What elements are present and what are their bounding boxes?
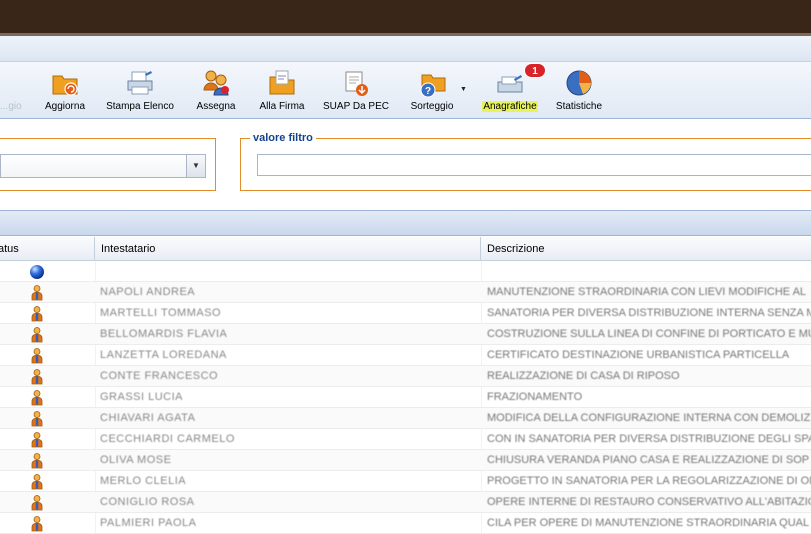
filter-value-input[interactable] xyxy=(257,154,811,176)
table-row[interactable]: GRASSI LUCIA FRAZIONAMENTO xyxy=(0,387,811,408)
user-status-icon xyxy=(28,410,46,427)
suap-da-pec-label: SUAP Da PEC xyxy=(323,101,389,112)
intestatario-cell: MARTELLI TOMMASO xyxy=(100,307,222,319)
table-row[interactable]: CECCHIARDI CARMELO CON IN SANATORIA PER D… xyxy=(0,429,811,450)
app-top-bar xyxy=(0,0,811,33)
user-status-icon xyxy=(28,473,46,490)
column-header-status[interactable]: atus xyxy=(0,237,95,261)
descrizione-cell: CILA PER OPERE DI MANUTENZIONE STRAORDIN… xyxy=(487,517,810,529)
descrizione-cell: PROGETTO IN SANATORIA PER LA REGOLARIZZA… xyxy=(487,475,811,487)
table-row[interactable]: MARTELLI TOMMASO SANATORIA PER DIVERSA DI… xyxy=(0,303,811,324)
alla-firma-label: Alla Firma xyxy=(259,101,305,112)
anagrafiche-label: Anagrafiche xyxy=(482,101,538,112)
intestatario-cell: CONIGLIO ROSA xyxy=(100,496,195,508)
descrizione-cell: OPERE INTERNE DI RESTAURO CONSERVATIVO A… xyxy=(487,496,811,508)
table-row[interactable] xyxy=(0,261,811,282)
table-row[interactable]: CHIAVARI AGATA MODIFICA DELLA CONFIGURAZI… xyxy=(0,408,811,429)
descrizione-cell: SANATORIA PER DIVERSA DISTRIBUZIONE INTE… xyxy=(487,307,811,319)
stampa-elenco-label: Stampa Elenco xyxy=(106,101,174,112)
statistiche-button[interactable]: Statistiche xyxy=(552,66,606,116)
globe-status-icon xyxy=(28,263,46,280)
intestatario-cell: CONTE FRANCESCO xyxy=(100,370,219,382)
user-status-icon xyxy=(28,326,46,343)
assegna-button[interactable]: Assegna xyxy=(192,66,240,116)
intestatario-cell: MERLO CLELIA xyxy=(100,475,187,487)
toolbar-disabled-button-label: ...gio xyxy=(0,101,22,112)
table-row[interactable]: NAPOLI ANDREA MANUTENZIONE STRAORDINARIA … xyxy=(0,282,811,303)
descrizione-cell: MANUTENZIONE STRAORDINARIA CON LIEVI MOD… xyxy=(487,286,807,298)
aggiorna-label: Aggiorna xyxy=(44,101,86,112)
sorteggio-button[interactable]: ? Sorteggio xyxy=(405,66,459,116)
svg-text:?: ? xyxy=(425,86,431,97)
intestatario-cell: CHIAVARI AGATA xyxy=(100,412,196,424)
table-row[interactable]: CONTE FRANCESCO REALIZZAZIONE DI CASA DI … xyxy=(0,366,811,387)
printer-icon xyxy=(127,71,153,95)
pec-import-icon xyxy=(345,71,368,96)
registry-icon xyxy=(497,75,523,93)
intestatario-cell: NAPOLI ANDREA xyxy=(100,286,196,298)
table-row[interactable]: BELLOMARDIS FLAVIA COSTRUZIONE SULLA LINE… xyxy=(0,324,811,345)
sorteggio-label: Sorteggio xyxy=(410,101,454,112)
user-status-icon xyxy=(28,284,46,301)
column-header-intestatario[interactable]: Intestatario xyxy=(95,237,481,261)
filter-field-select[interactable] xyxy=(0,154,206,178)
descrizione-cell: CHIUSURA VERANDA PIANO CASA E REALIZZAZI… xyxy=(487,454,810,466)
user-status-icon xyxy=(28,515,46,532)
intestatario-cell: BELLOMARDIS FLAVIA xyxy=(100,328,228,340)
descrizione-cell: MODIFICA DELLA CONFIGURAZIONE INTERNA CO… xyxy=(487,412,811,424)
user-status-icon xyxy=(28,305,46,322)
folder-sign-icon xyxy=(269,70,295,95)
sorteggio-dropdown-arrow-icon[interactable]: ▼ xyxy=(460,86,467,93)
grid-toolbar xyxy=(0,210,811,236)
descrizione-cell: CON IN SANATORIA PER DIVERSA DISTRIBUZIO… xyxy=(487,433,811,445)
folder-question-icon: ? xyxy=(420,74,446,98)
intestatario-cell: LANZETTA LOREDANA xyxy=(100,349,227,361)
user-status-icon xyxy=(28,494,46,511)
user-status-icon xyxy=(28,347,46,364)
table-row[interactable]: MERLO CLELIA PROGETTO IN SANATORIA PER LA… xyxy=(0,471,811,492)
grid-body: NAPOLI ANDREA MANUTENZIONE STRAORDINARIA … xyxy=(0,261,811,534)
intestatario-cell: PALMIERI PAOLA xyxy=(100,517,197,529)
assegna-label: Assegna xyxy=(196,101,236,112)
user-status-icon xyxy=(28,368,46,385)
user-status-icon xyxy=(28,389,46,406)
anagrafiche-notification-badge: 1 xyxy=(524,63,546,78)
descrizione-cell: FRAZIONAMENTO xyxy=(487,391,583,403)
statistiche-label: Statistiche xyxy=(555,101,603,112)
table-row[interactable]: PALMIERI PAOLA CILA PER OPERE DI MANUTENZ… xyxy=(0,513,811,534)
intestatario-cell: GRASSI LUCIA xyxy=(100,391,184,403)
panel-header xyxy=(0,36,811,62)
main-toolbar: ...gio Aggiorna Stampa Elenco Assegna Al… xyxy=(0,62,811,119)
aggiorna-button[interactable]: Aggiorna xyxy=(40,66,90,116)
users-assign-icon xyxy=(203,70,229,96)
pie-chart-icon xyxy=(566,70,592,96)
table-row[interactable]: OLIVA MOSE CHIUSURA VERANDA PIANO CASA E … xyxy=(0,450,811,471)
user-status-icon xyxy=(28,431,46,448)
user-status-icon xyxy=(28,452,46,469)
descrizione-cell: REALIZZAZIONE DI CASA DI RIPOSO xyxy=(487,370,680,382)
suap-da-pec-button[interactable]: SUAP Da PEC xyxy=(320,66,392,116)
table-row[interactable]: LANZETTA LOREDANA CERTIFICATO DESTINAZION… xyxy=(0,345,811,366)
filter-value-label: valore filtro xyxy=(250,132,316,144)
column-header-descrizione[interactable]: Descrizione xyxy=(481,237,811,261)
alla-firma-button[interactable]: Alla Firma xyxy=(255,66,309,116)
table-row[interactable]: CONIGLIO ROSA OPERE INTERNE DI RESTAURO C… xyxy=(0,492,811,513)
descrizione-cell: COSTRUZIONE SULLA LINEA DI CONFINE DI PO… xyxy=(487,328,811,340)
intestatario-cell: OLIVA MOSE xyxy=(100,454,172,466)
chevron-down-icon[interactable]: ▼ xyxy=(186,155,205,177)
descrizione-cell: CERTIFICATO DESTINAZIONE URBANISTICA PAR… xyxy=(487,349,790,361)
grid-header: atus Intestatario Descrizione xyxy=(0,237,811,261)
folder-refresh-icon xyxy=(52,75,78,96)
stampa-elenco-button[interactable]: Stampa Elenco xyxy=(103,66,177,116)
intestatario-cell: CECCHIARDI CARMELO xyxy=(100,433,235,445)
